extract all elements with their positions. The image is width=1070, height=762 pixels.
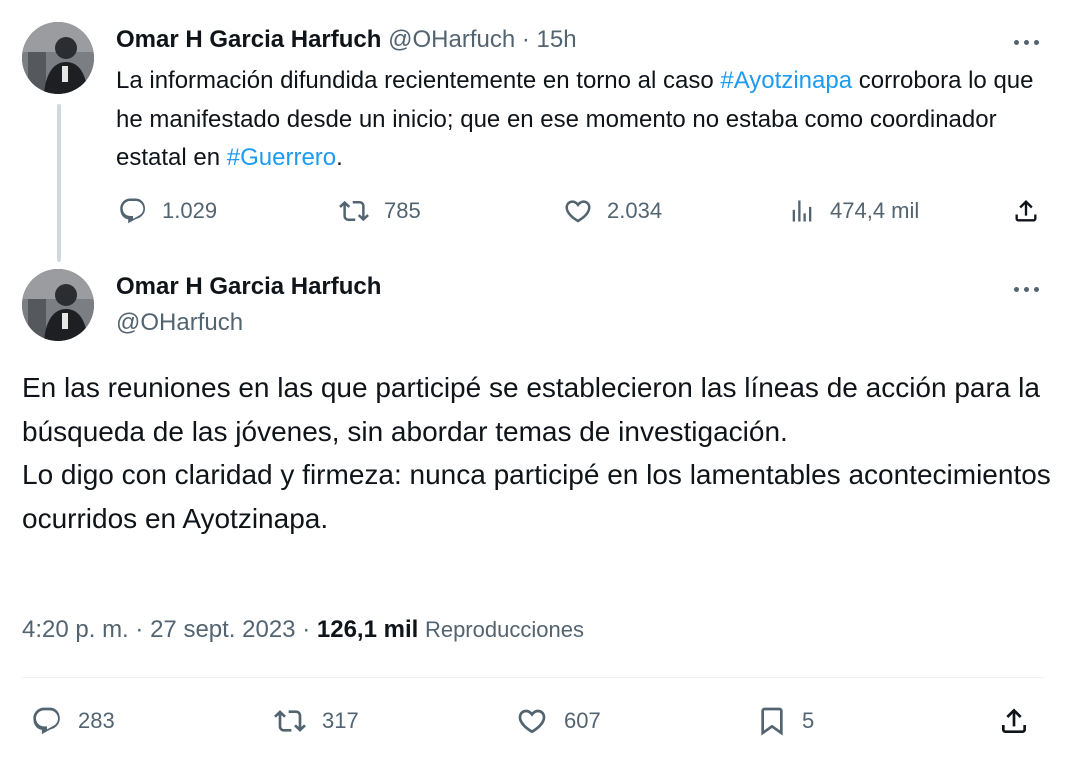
more-icon: [1014, 287, 1019, 292]
views-button[interactable]: 474,4 mil: [788, 196, 919, 226]
tweet-paragraph: Lo digo con claridad y firmeza: nunca pa…: [22, 459, 1051, 534]
hashtag-link[interactable]: #Ayotzinapa: [720, 67, 852, 94]
tweet-date[interactable]: 27 sept. 2023: [150, 616, 295, 643]
tweet-paragraph: En las reuniones en las que participé se…: [22, 372, 1040, 447]
like-count: 2.034: [607, 198, 663, 223]
author-handle[interactable]: @OHarfuch: [116, 306, 243, 340]
avatar[interactable]: [22, 269, 94, 341]
bookmark-icon: [761, 707, 783, 736]
repost-button[interactable]: 785: [338, 196, 421, 226]
more-options-button[interactable]: [1010, 32, 1046, 52]
like-button[interactable]: 2.034: [563, 196, 662, 226]
tweet-text-segment: La información difundida recientemente e…: [116, 67, 721, 94]
repost-count: 317: [322, 708, 359, 733]
bookmark-count: 5: [802, 708, 815, 733]
views-count: 474,4 mil: [830, 198, 920, 223]
hashtag-link[interactable]: #Guerrero: [227, 144, 336, 171]
header-separator: ·: [521, 26, 530, 53]
tweet-text-segment: .: [336, 144, 343, 171]
author-name[interactable]: Omar H Garcia Harfuch: [116, 26, 381, 53]
meta-separator: ·: [302, 616, 311, 643]
tweet2-text: En las reuniones en las que participé se…: [22, 366, 1052, 540]
reply-icon: [120, 198, 146, 224]
share-icon: [1015, 200, 1037, 222]
author-name[interactable]: Omar H Garcia Harfuch: [116, 270, 381, 304]
tweet-metadata: 4:20 p. m. · 27 sept. 2023 · 126,1 mil R…: [22, 613, 584, 647]
tweet-time[interactable]: 15h: [537, 26, 577, 53]
share-icon: [1002, 708, 1026, 733]
like-button[interactable]: 607: [514, 705, 601, 737]
like-icon: [565, 200, 591, 223]
repost-icon: [339, 200, 369, 222]
repost-count: 785: [384, 198, 421, 223]
repost-button[interactable]: 317: [272, 705, 359, 737]
meta-separator: ·: [135, 616, 144, 643]
divider: [22, 677, 1044, 678]
more-icon: [1014, 40, 1019, 45]
tweet-time[interactable]: 4:20 p. m.: [22, 616, 129, 643]
tweet1-text: La información difundida recientemente e…: [116, 62, 1046, 178]
tweet1-header: Omar H Garcia Harfuch @OHarfuch · 15h: [116, 24, 577, 56]
reply-button[interactable]: 283: [30, 705, 115, 737]
views-icon: [792, 200, 812, 222]
thread-connector-line: [57, 104, 61, 262]
views-total: 126,1 mil: [316, 616, 419, 643]
bookmark-button[interactable]: 5: [756, 705, 814, 737]
like-icon: [518, 709, 546, 734]
reply-icon: [33, 707, 60, 735]
avatar[interactable]: [22, 22, 94, 94]
more-options-button[interactable]: [1010, 279, 1046, 299]
like-count: 607: [564, 708, 601, 733]
reply-count: 283: [78, 708, 115, 733]
share-button[interactable]: [1012, 196, 1040, 226]
share-button[interactable]: [998, 705, 1030, 737]
avatar-photo-icon: [22, 22, 94, 94]
reply-count: 1.029: [162, 198, 218, 223]
avatar-photo-icon: [22, 269, 94, 341]
author-handle[interactable]: @OHarfuch: [388, 26, 515, 53]
repost-icon: [274, 710, 306, 732]
views-label: Reproducciones: [424, 617, 584, 642]
reply-button[interactable]: 1.029: [118, 196, 217, 226]
